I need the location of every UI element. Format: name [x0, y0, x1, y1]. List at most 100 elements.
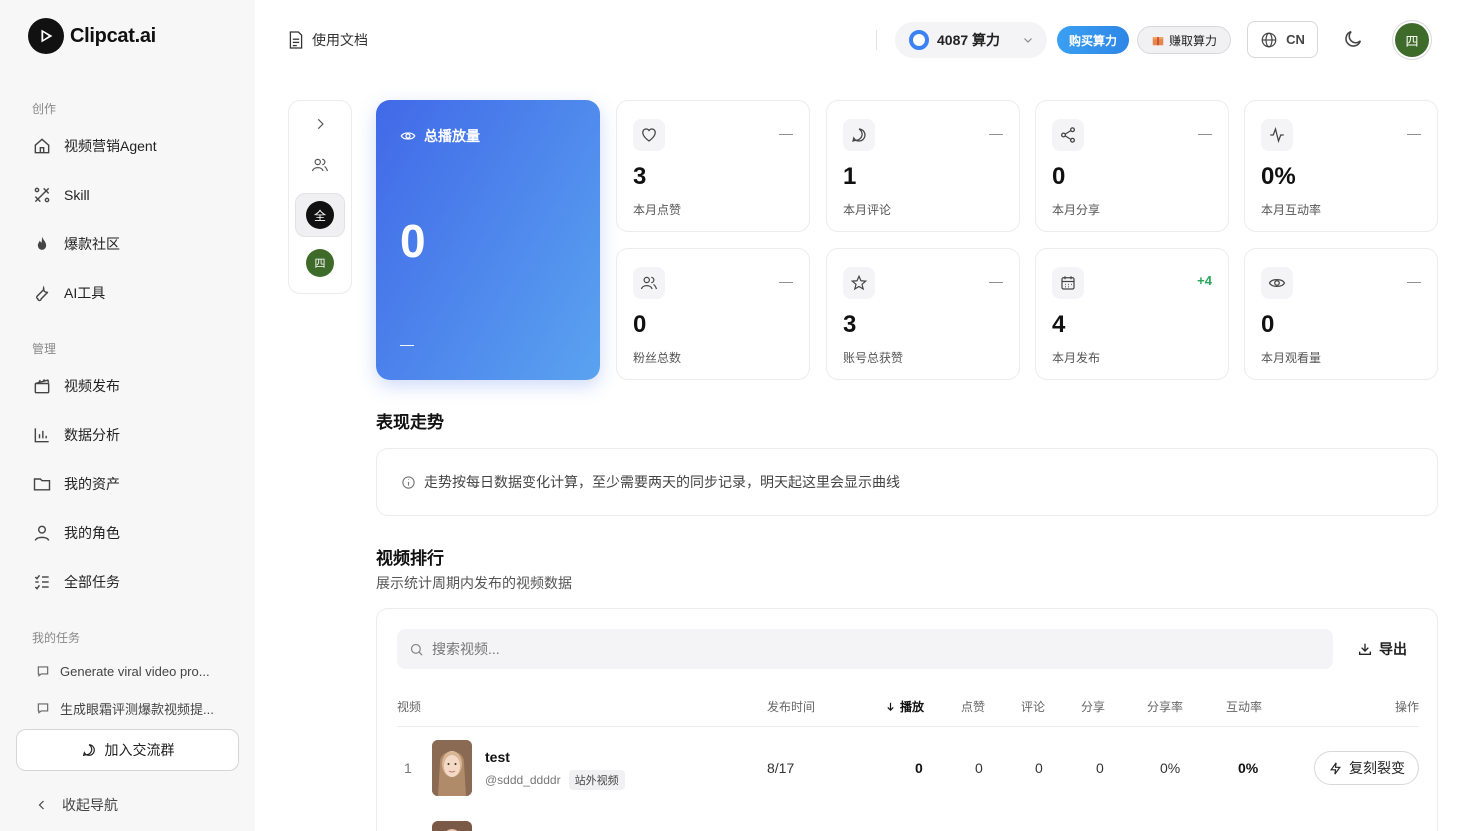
user-avatar[interactable]: 四: [1395, 23, 1429, 57]
chevron-down-icon: [1024, 38, 1032, 43]
col-header-engagement[interactable]: 互动率: [1226, 698, 1262, 715]
total-plays-label: 总播放量: [424, 128, 480, 144]
col-header-label: 播放: [900, 700, 925, 714]
remix-button[interactable]: 复刻裂变: [1314, 751, 1419, 785]
task-item[interactable]: Generate viral video pro...: [36, 661, 210, 681]
stat-trend: —: [1198, 125, 1212, 141]
stat-icon-wrap: [1261, 119, 1293, 151]
stat-label: 本月发布: [1052, 351, 1101, 365]
stat-icon-wrap: [1052, 267, 1084, 299]
cell-comments: 0: [1035, 760, 1043, 776]
theme-toggle[interactable]: [1342, 28, 1366, 52]
moon-icon: [1345, 30, 1362, 47]
message-circle-icon: [82, 744, 95, 757]
ranking-subtitle: 展示统计周期内发布的视频数据: [376, 575, 572, 591]
export-label: 导出: [1379, 641, 1407, 657]
sidebar-item-all-tasks[interactable]: 全部任务: [32, 570, 120, 594]
stat-card-likes: — 3 本月点赞: [616, 100, 810, 232]
account-all-badge: 全: [306, 201, 334, 229]
video-thumbnail[interactable]: [432, 740, 472, 796]
earn-credits-button[interactable]: 赚取算力: [1137, 26, 1231, 54]
stat-trend: —: [989, 273, 1003, 289]
tools-icon: [34, 187, 50, 203]
row-rank: 1: [404, 760, 412, 776]
sidebar-item-label: 数据分析: [64, 427, 120, 443]
buy-credits-button[interactable]: 购买算力: [1057, 26, 1129, 54]
expand-accounts-button[interactable]: [313, 117, 327, 131]
stat-label: 本月点赞: [633, 203, 682, 217]
sidebar-item-ai-tools[interactable]: AI工具: [32, 281, 105, 305]
stat-trend: +4: [1197, 273, 1212, 288]
stat-value: 0%: [1261, 163, 1296, 190]
export-button[interactable]: 导出: [1357, 639, 1407, 659]
sidebar-item-label: 我的资产: [64, 476, 120, 492]
stat-card-published: +4 4 本月发布: [1035, 248, 1229, 380]
video-source-badge: 站外视频: [568, 770, 625, 790]
sidebar-item-label: 全部任务: [64, 574, 120, 590]
clapper-icon: [34, 378, 50, 394]
chat-icon: [37, 703, 49, 714]
sidebar-item-label: 爆款社区: [64, 236, 120, 252]
sidebar-item-characters[interactable]: 我的角色: [32, 521, 120, 545]
portrait-thumbnail-icon: [432, 821, 472, 831]
col-header-video: 视频: [397, 700, 422, 714]
col-header-likes[interactable]: 点赞: [961, 698, 985, 715]
video-title[interactable]: test: [485, 749, 510, 765]
video-search-input[interactable]: [432, 641, 1312, 657]
section-label-create: 创作: [32, 102, 57, 116]
join-group-button[interactable]: 加入交流群: [16, 729, 239, 771]
accounts-group-button[interactable]: [311, 156, 329, 174]
sidebar-item-community[interactable]: 爆款社区: [32, 232, 120, 256]
chevron-left-icon: [38, 800, 44, 810]
sidebar-item-assets[interactable]: 我的资产: [32, 472, 120, 496]
sidebar-item-agent[interactable]: 视频营销Agent: [32, 134, 157, 158]
lightning-icon: [1330, 762, 1341, 774]
sidebar-item-publish[interactable]: 视频发布: [32, 374, 120, 398]
col-header-share-rate[interactable]: 分享率: [1147, 698, 1183, 715]
table-header-divider: [397, 726, 1419, 727]
docs-link[interactable]: 使用文档: [288, 30, 368, 50]
sidebar-item-skill[interactable]: Skill: [32, 183, 90, 207]
stat-icon-wrap: [843, 267, 875, 299]
col-header-plays[interactable]: 播放: [885, 698, 924, 715]
task-item-label: 生成眼霜评测爆款视频提...: [60, 701, 214, 717]
share-icon: [1060, 127, 1076, 143]
performance-note-box: 走势按每日数据变化计算，至少需要两天的同步记录，明天起这里会显示曲线: [376, 448, 1438, 516]
home-icon: [34, 138, 50, 154]
stat-trend: —: [779, 125, 793, 141]
wrench-icon: [36, 285, 49, 302]
credits-selector[interactable]: 4087 算力: [895, 22, 1047, 58]
sidebar-item-analytics[interactable]: 数据分析: [32, 423, 120, 447]
stat-card-shares: — 0 本月分享: [1035, 100, 1229, 232]
account-all[interactable]: 全: [295, 193, 345, 237]
col-header-date[interactable]: 发布时间: [767, 698, 815, 715]
brand-logo[interactable]: Clipcat.ai: [28, 18, 156, 54]
video-search[interactable]: [397, 629, 1333, 669]
stat-value: 4: [1052, 311, 1066, 338]
join-group-label: 加入交流群: [104, 742, 175, 758]
heart-icon: [642, 128, 656, 142]
task-item[interactable]: 生成眼霜评测爆款视频提...: [36, 698, 214, 718]
header-divider: [876, 30, 877, 50]
section-label-manage: 管理: [32, 342, 57, 356]
stat-card-followers: — 0 粉丝总数: [616, 248, 810, 380]
clipcat-logo-icon: [28, 18, 64, 54]
flame-icon: [37, 236, 47, 250]
stat-label: 本月分享: [1052, 203, 1101, 217]
video-meta: @sddd_ddddr 站外视频: [485, 770, 625, 790]
stat-trend: —: [1407, 273, 1421, 289]
globe-icon: [1261, 32, 1277, 47]
search-icon: [410, 643, 423, 656]
credits-value: 4087 算力: [937, 32, 1001, 48]
collapse-nav-button[interactable]: 收起导航: [36, 795, 118, 815]
stat-label: 本月观看量: [1261, 351, 1322, 365]
video-thumbnail[interactable]: [432, 821, 472, 831]
docs-label: 使用文档: [312, 32, 368, 48]
cell-shares: 0: [1096, 760, 1104, 776]
stat-value: 0: [633, 311, 647, 338]
account-user-avatar[interactable]: 四: [306, 249, 334, 277]
language-switcher[interactable]: CN: [1247, 21, 1318, 58]
comment-icon: [852, 128, 866, 142]
col-header-comments[interactable]: 评论: [1021, 698, 1045, 715]
col-header-shares[interactable]: 分享: [1081, 698, 1105, 715]
